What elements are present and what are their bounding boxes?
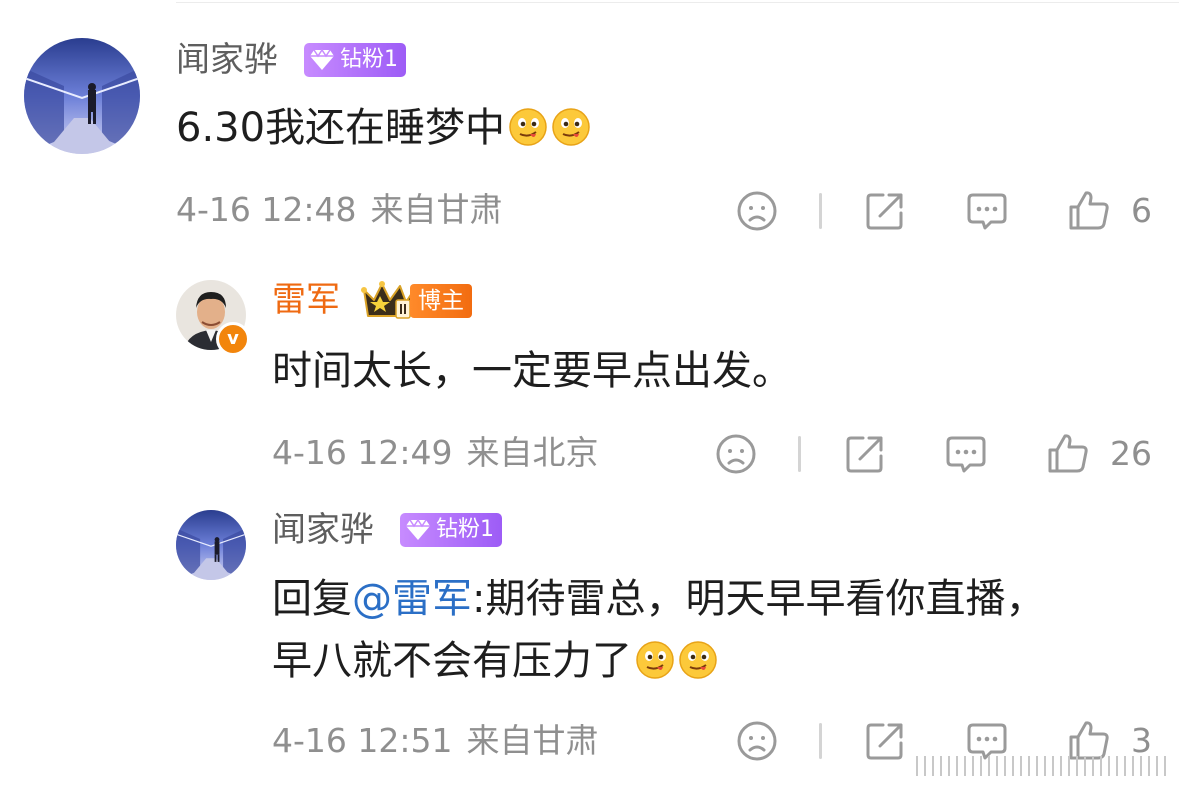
- timestamp: 4-16 12:49: [272, 433, 453, 472]
- share-icon[interactable]: [843, 432, 887, 476]
- comment-text-line-2: 早八就不会有压力了: [272, 628, 718, 694]
- share-icon[interactable]: [863, 719, 907, 763]
- action-divider: [819, 193, 822, 229]
- location: 来自甘肃: [370, 190, 503, 229]
- diamond-icon: [406, 519, 430, 540]
- username[interactable]: 雷军: [272, 280, 340, 320]
- drool-emoji-icon: [678, 640, 718, 680]
- share-icon[interactable]: [863, 189, 907, 233]
- comment-text: 6.30我还在睡梦中: [176, 95, 591, 161]
- comment-meta: 4-16 12:49 来自北京: [272, 433, 599, 473]
- fan-badge[interactable]: 钻粉1: [304, 43, 406, 77]
- comment-body: :期待雷总，明天早早看你直播，: [472, 576, 1046, 622]
- reply-prefix: 回复: [272, 576, 352, 622]
- sad-face-icon[interactable]: [735, 719, 779, 763]
- sad-face-icon[interactable]: [714, 432, 758, 476]
- username[interactable]: 闻家骅: [272, 510, 374, 550]
- drool-emoji-icon: [551, 107, 591, 147]
- comment-body-cont: 早八就不会有压力了: [272, 638, 632, 684]
- action-divider: [819, 723, 822, 759]
- action-divider: [798, 436, 801, 472]
- fan-badge-label: 钻粉1: [436, 517, 494, 542]
- username[interactable]: 闻家骅: [176, 40, 278, 80]
- like-count: 26: [1110, 434, 1152, 473]
- comment-body: 6.30我还在睡梦中: [176, 105, 506, 151]
- thumbs-up-icon[interactable]: [1046, 431, 1090, 475]
- fan-badge[interactable]: 钻粉1: [400, 513, 502, 547]
- like-count: 6: [1131, 191, 1152, 230]
- diamond-icon: [310, 49, 334, 70]
- comment-meta: 4-16 12:48 来自甘肃: [176, 190, 503, 230]
- comment-text-line-1: 回复@雷军:期待雷总，明天早早看你直播，: [272, 566, 1045, 632]
- drool-emoji-icon: [635, 640, 675, 680]
- drool-emoji-icon: [508, 107, 548, 147]
- fan-badge-label: 钻粉1: [340, 47, 398, 72]
- blogger-badge: 博主: [410, 284, 472, 318]
- avatar-user-1[interactable]: [24, 38, 140, 154]
- watermark-bars-icon: [915, 752, 1170, 780]
- sad-face-icon[interactable]: [735, 189, 779, 233]
- comment-icon[interactable]: [965, 189, 1009, 233]
- comment-icon[interactable]: [944, 432, 988, 476]
- timestamp: 4-16 12:48: [176, 190, 357, 229]
- timestamp: 4-16 12:51: [272, 721, 453, 760]
- top-divider: [176, 2, 1179, 3]
- thumbs-up-icon[interactable]: [1067, 188, 1111, 232]
- location: 来自北京: [466, 433, 599, 472]
- comment-meta: 4-16 12:51 来自甘肃: [272, 721, 599, 761]
- avatar-user-3[interactable]: [176, 510, 246, 580]
- verified-badge-icon: v: [216, 322, 250, 356]
- comment-text: 时间太长，一定要早点出发。: [272, 348, 792, 394]
- mention-link[interactable]: @雷军: [352, 576, 472, 622]
- location: 来自甘肃: [466, 721, 599, 760]
